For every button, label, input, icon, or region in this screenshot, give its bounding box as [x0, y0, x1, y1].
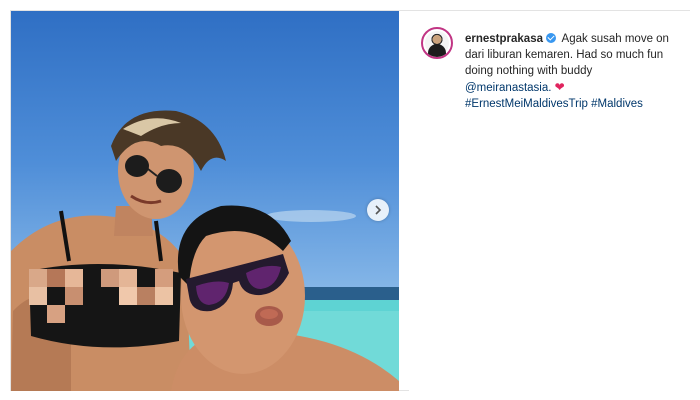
next-photo-button[interactable]: [367, 199, 389, 221]
heart-icon: ❤: [554, 80, 565, 94]
chevron-right-icon: [375, 205, 382, 215]
post-caption: ernestprakasa Agak susah move on dari li…: [465, 31, 680, 112]
mention-link[interactable]: @meiranastasia.: [465, 82, 551, 94]
post-photo[interactable]: [11, 11, 399, 391]
post-sidebar: ernestprakasa Agak susah move on dari li…: [409, 11, 690, 391]
username-link[interactable]: ernestprakasa: [465, 33, 543, 45]
hashtag-link[interactable]: #ErnestMeiMaldivesTrip: [465, 98, 588, 110]
verified-badge-icon: [546, 33, 556, 43]
avatar[interactable]: [421, 27, 453, 59]
hashtag-link[interactable]: #Maldives: [591, 98, 643, 110]
instagram-post-card: ernestprakasa Agak susah move on dari li…: [10, 10, 690, 391]
beach-selfie-illustration: [11, 110, 399, 391]
profile-picture-body: [428, 44, 446, 57]
